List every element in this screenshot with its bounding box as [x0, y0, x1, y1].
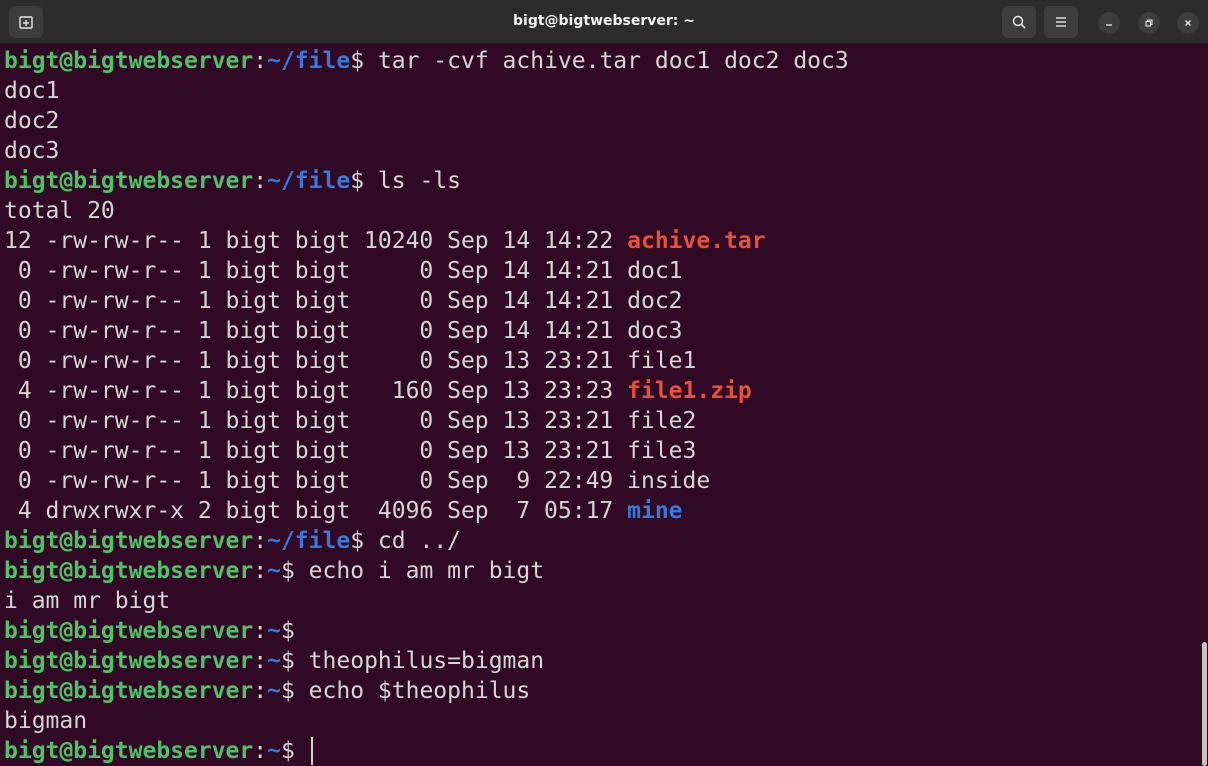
text-cursor: [311, 737, 313, 765]
ls-row-name: inside: [627, 468, 711, 494]
prompt-colon: :: [253, 168, 268, 194]
scrollbar-thumb[interactable]: [1202, 642, 1207, 766]
prompt-path: ~/file: [267, 48, 351, 74]
prompt-dollar: $: [280, 618, 295, 644]
prompt-dollar: $: [350, 168, 365, 194]
prompt-dollar: $: [280, 648, 295, 674]
output-line: doc1: [4, 78, 60, 104]
prompt-path: ~: [267, 678, 281, 704]
prompt-user: bigt@bigtwebserver: [4, 678, 254, 704]
command-line: bigt@bigtwebserver:~$: [4, 616, 295, 646]
prompt-dollar: $: [280, 678, 295, 704]
prompt-colon: :: [253, 678, 268, 704]
menu-button[interactable]: [1044, 6, 1078, 38]
ls-row: 4 -rw-rw-r-- 1 bigt bigt 160 Sep 13 23:2…: [4, 376, 752, 406]
close-icon: [1185, 20, 1191, 26]
prompt-user: bigt@bigtwebserver: [4, 48, 254, 74]
ls-row-meta: 4 -rw-rw-r-- 1 bigt bigt 160 Sep 13 23:2…: [4, 378, 628, 404]
search-icon: [1012, 15, 1026, 29]
prompt-user: bigt@bigtwebserver: [4, 558, 254, 584]
command-line: bigt@bigtwebserver:~/file$ tar -cvf achi…: [4, 46, 849, 76]
prompt-colon: :: [253, 618, 268, 644]
ls-row-name: mine: [627, 498, 683, 524]
prompt-colon: :: [253, 738, 268, 764]
prompt-colon: :: [253, 48, 268, 74]
active-command-line[interactable]: bigt@bigtwebserver:~$: [4, 736, 309, 766]
minimize-icon: [1106, 24, 1112, 26]
ls-row: 4 drwxrwxr-x 2 bigt bigt 4096 Sep 7 05:1…: [4, 496, 683, 526]
prompt-dollar: $: [350, 48, 365, 74]
output-line: doc2: [4, 108, 60, 134]
ls-row-meta: 0 -rw-rw-r-- 1 bigt bigt 0 Sep 9 22:49: [4, 468, 628, 494]
ls-row-meta: 0 -rw-rw-r-- 1 bigt bigt 0 Sep 13 23:21: [4, 348, 628, 374]
minimize-button[interactable]: [1098, 12, 1120, 34]
command-text: theophilus=bigman: [294, 648, 545, 674]
ls-row-meta: 0 -rw-rw-r-- 1 bigt bigt 0 Sep 14 14:21: [4, 258, 628, 284]
output-line: i am mr bigt: [4, 588, 171, 614]
ls-row-meta: 4 drwxrwxr-x 2 bigt bigt 4096 Sep 7 05:1…: [4, 498, 628, 524]
ls-row: 0 -rw-rw-r-- 1 bigt bigt 0 Sep 9 22:49 i…: [4, 466, 710, 496]
command-line: bigt@bigtwebserver:~$ echo i am mr bigt: [4, 556, 544, 586]
ls-row-meta: 0 -rw-rw-r-- 1 bigt bigt 0 Sep 13 23:21: [4, 408, 628, 434]
command-text: echo $theophilus: [294, 678, 531, 704]
prompt-path: ~: [267, 738, 281, 764]
prompt-user: bigt@bigtwebserver: [4, 618, 254, 644]
command-text: ls -ls: [364, 168, 461, 194]
prompt-user: bigt@bigtwebserver: [4, 168, 254, 194]
ls-row: 0 -rw-rw-r-- 1 bigt bigt 0 Sep 13 23:21 …: [4, 436, 697, 466]
prompt-user: bigt@bigtwebserver: [4, 738, 254, 764]
command-input[interactable]: [295, 738, 309, 764]
close-button[interactable]: [1177, 12, 1199, 34]
ls-row-name: file2: [627, 408, 697, 434]
restore-button[interactable]: [1138, 12, 1160, 34]
output-line: total 20: [4, 198, 115, 224]
terminal-output[interactable]: bigt@bigtwebserver:~/file$ tar -cvf achi…: [0, 46, 1200, 766]
command-text: echo i am mr bigt: [294, 558, 545, 584]
command-line: bigt@bigtwebserver:~$ theophilus=bigman: [4, 646, 544, 676]
ls-row: 0 -rw-rw-r-- 1 bigt bigt 0 Sep 13 23:21 …: [4, 346, 697, 376]
ls-row-name: doc2: [627, 288, 683, 314]
ls-row-meta: 12 -rw-rw-r-- 1 bigt bigt 10240 Sep 14 1…: [4, 228, 628, 254]
ls-row: 0 -rw-rw-r-- 1 bigt bigt 0 Sep 13 23:21 …: [4, 406, 697, 436]
ls-row: 0 -rw-rw-r-- 1 bigt bigt 0 Sep 14 14:21 …: [4, 316, 683, 346]
restore-icon: [1145, 19, 1153, 27]
command-line: bigt@bigtwebserver:~/file$ cd ../: [4, 526, 461, 556]
prompt-path: ~/file: [267, 528, 351, 554]
prompt-path: ~/file: [267, 168, 351, 194]
ls-row-name: file3: [627, 438, 697, 464]
ls-row-name: file1.zip: [627, 378, 752, 404]
prompt-colon: :: [253, 648, 268, 674]
ls-row: 12 -rw-rw-r-- 1 bigt bigt 10240 Sep 14 1…: [4, 226, 766, 256]
prompt-user: bigt@bigtwebserver: [4, 648, 254, 674]
prompt-dollar: $: [350, 528, 365, 554]
command-line: bigt@bigtwebserver:~/file$ ls -ls: [4, 166, 461, 196]
command-line: bigt@bigtwebserver:~$ echo $theophilus: [4, 676, 530, 706]
prompt-colon: :: [253, 558, 268, 584]
prompt-path: ~: [267, 648, 281, 674]
prompt-user: bigt@bigtwebserver: [4, 528, 254, 554]
prompt-path: ~: [267, 618, 281, 644]
ls-row-meta: 0 -rw-rw-r-- 1 bigt bigt 0 Sep 14 14:21: [4, 318, 628, 344]
ls-row: 0 -rw-rw-r-- 1 bigt bigt 0 Sep 14 14:21 …: [4, 256, 683, 286]
ls-row-meta: 0 -rw-rw-r-- 1 bigt bigt 0 Sep 14 14:21: [4, 288, 628, 314]
command-text: cd ../: [364, 528, 461, 554]
prompt-path: ~: [267, 558, 281, 584]
ls-row-meta: 0 -rw-rw-r-- 1 bigt bigt 0 Sep 13 23:21: [4, 438, 628, 464]
search-button[interactable]: [1002, 6, 1036, 38]
ls-row-name: doc3: [627, 318, 683, 344]
output-line: bigman: [4, 708, 88, 734]
hamburger-menu-icon: [1056, 17, 1066, 27]
ls-row: 0 -rw-rw-r-- 1 bigt bigt 0 Sep 14 14:21 …: [4, 286, 683, 316]
prompt-dollar: $: [280, 738, 295, 764]
output-line: doc3: [4, 138, 60, 164]
ls-row-name: file1: [627, 348, 697, 374]
command-text: tar -cvf achive.tar doc1 doc2 doc3: [364, 48, 849, 74]
prompt-dollar: $: [280, 558, 295, 584]
title-bar: bigt@bigtwebserver: ~: [0, 0, 1208, 44]
ls-row-name: achive.tar: [627, 228, 766, 254]
prompt-colon: :: [253, 528, 268, 554]
ls-row-name: doc1: [627, 258, 683, 284]
